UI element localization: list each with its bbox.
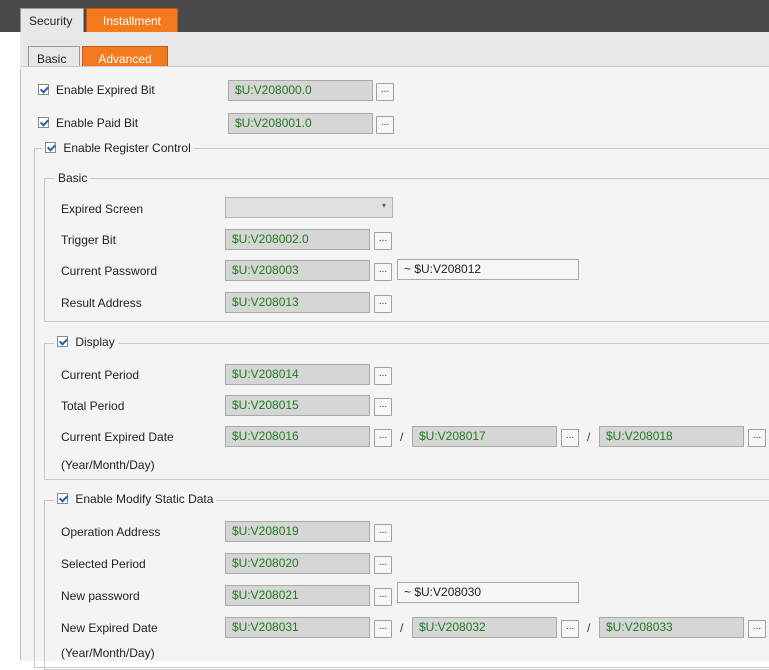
new-password-label: New password	[61, 589, 140, 603]
new-expired-date-format: (Year/Month/Day)	[61, 646, 155, 660]
current-period-field[interactable]: $U:V208014	[225, 364, 370, 385]
display-label: Display	[75, 335, 115, 349]
enable-expired-bit-checkbox[interactable]	[38, 84, 49, 95]
trigger-bit-label: Trigger Bit	[61, 233, 116, 247]
date-separator: /	[587, 621, 591, 635]
new-password-field[interactable]: $U:V208021	[225, 585, 370, 606]
display-header: Display	[54, 335, 118, 349]
basic-group-title: Basic	[55, 171, 91, 185]
paid-bit-address-field[interactable]: $U:V208001.0	[228, 113, 373, 134]
total-period-field[interactable]: $U:V208015	[225, 395, 370, 416]
enable-register-control-checkbox[interactable]	[45, 142, 56, 153]
tab-security[interactable]: Security	[20, 8, 84, 32]
current-period-label: Current Period	[61, 368, 140, 382]
new-password-range: ~ $U:V208030	[397, 582, 579, 603]
current-expired-date-format: (Year/Month/Day)	[61, 458, 155, 472]
new-expired-day-browse-button[interactable]: ...	[748, 620, 766, 638]
new-expired-date-label: New Expired Date	[61, 621, 158, 635]
current-password-field[interactable]: $U:V208003	[225, 260, 370, 281]
selected-period-browse-button[interactable]: ...	[374, 556, 392, 574]
operation-address-browse-button[interactable]: ...	[374, 524, 392, 542]
subtab-advanced-label: Advanced	[98, 52, 152, 66]
enable-paid-bit-checkbox[interactable]	[38, 117, 49, 128]
enable-expired-bit-label: Enable Expired Bit	[56, 83, 155, 97]
new-expired-month-browse-button[interactable]: ...	[561, 620, 579, 638]
tab-installment-label: Installment	[102, 14, 162, 28]
new-expired-year-field[interactable]: $U:V208031	[225, 617, 370, 638]
current-expired-date-label: Current Expired Date	[61, 430, 174, 444]
current-expired-year-field[interactable]: $U:V208016	[225, 426, 370, 447]
selected-period-label: Selected Period	[61, 557, 146, 571]
register-control-header: Enable Register Control	[42, 141, 194, 155]
new-expired-month-field[interactable]: $U:V208032	[412, 617, 557, 638]
date-separator: /	[400, 430, 404, 444]
total-period-browse-button[interactable]: ...	[374, 398, 392, 416]
new-expired-day-field[interactable]: $U:V208033	[599, 617, 744, 638]
tab-security-label: Security	[29, 14, 73, 28]
enable-register-control-label: Enable Register Control	[63, 141, 191, 155]
new-expired-year-browse-button[interactable]: ...	[374, 620, 392, 638]
result-address-field[interactable]: $U:V208013	[225, 292, 370, 313]
tab-installment[interactable]: Installment	[86, 8, 178, 32]
subtab-basic-label: Basic	[37, 52, 67, 66]
basic-group	[44, 178, 769, 322]
current-period-browse-button[interactable]: ...	[374, 367, 392, 385]
display-checkbox[interactable]	[57, 336, 68, 347]
current-expired-day-browse-button[interactable]: ...	[748, 429, 766, 447]
modify-static-data-header: Enable Modify Static Data	[54, 492, 217, 506]
expired-screen-label: Expired Screen	[61, 202, 144, 216]
selected-period-field[interactable]: $U:V208020	[225, 553, 370, 574]
current-expired-day-field[interactable]: $U:V208018	[599, 426, 744, 447]
result-address-browse-button[interactable]: ...	[374, 295, 392, 313]
operation-address-field[interactable]: $U:V208019	[225, 521, 370, 542]
paid-bit-browse-button[interactable]: ...	[376, 116, 394, 134]
operation-address-label: Operation Address	[61, 525, 161, 539]
modify-static-data-checkbox[interactable]	[57, 493, 68, 504]
chevron-down-icon: ▾	[381, 201, 386, 210]
trigger-bit-browse-button[interactable]: ...	[374, 232, 392, 250]
result-address-label: Result Address	[61, 296, 142, 310]
current-password-browse-button[interactable]: ...	[374, 263, 392, 281]
current-expired-month-browse-button[interactable]: ...	[561, 429, 579, 447]
total-period-label: Total Period	[61, 399, 125, 413]
modify-static-data-label: Enable Modify Static Data	[75, 492, 214, 506]
current-password-range: ~ $U:V208012	[397, 259, 579, 280]
expired-screen-select[interactable]: ▾	[225, 197, 393, 218]
date-separator: /	[400, 621, 404, 635]
current-expired-year-browse-button[interactable]: ...	[374, 429, 392, 447]
expired-bit-address-field[interactable]: $U:V208000.0	[228, 80, 373, 101]
new-password-browse-button[interactable]: ...	[374, 588, 392, 606]
expired-bit-browse-button[interactable]: ...	[376, 83, 394, 101]
trigger-bit-field[interactable]: $U:V208002.0	[225, 229, 370, 250]
date-separator: /	[587, 430, 591, 444]
current-password-label: Current Password	[61, 264, 158, 278]
enable-paid-bit-label: Enable Paid Bit	[56, 116, 139, 130]
current-expired-month-field[interactable]: $U:V208017	[412, 426, 557, 447]
